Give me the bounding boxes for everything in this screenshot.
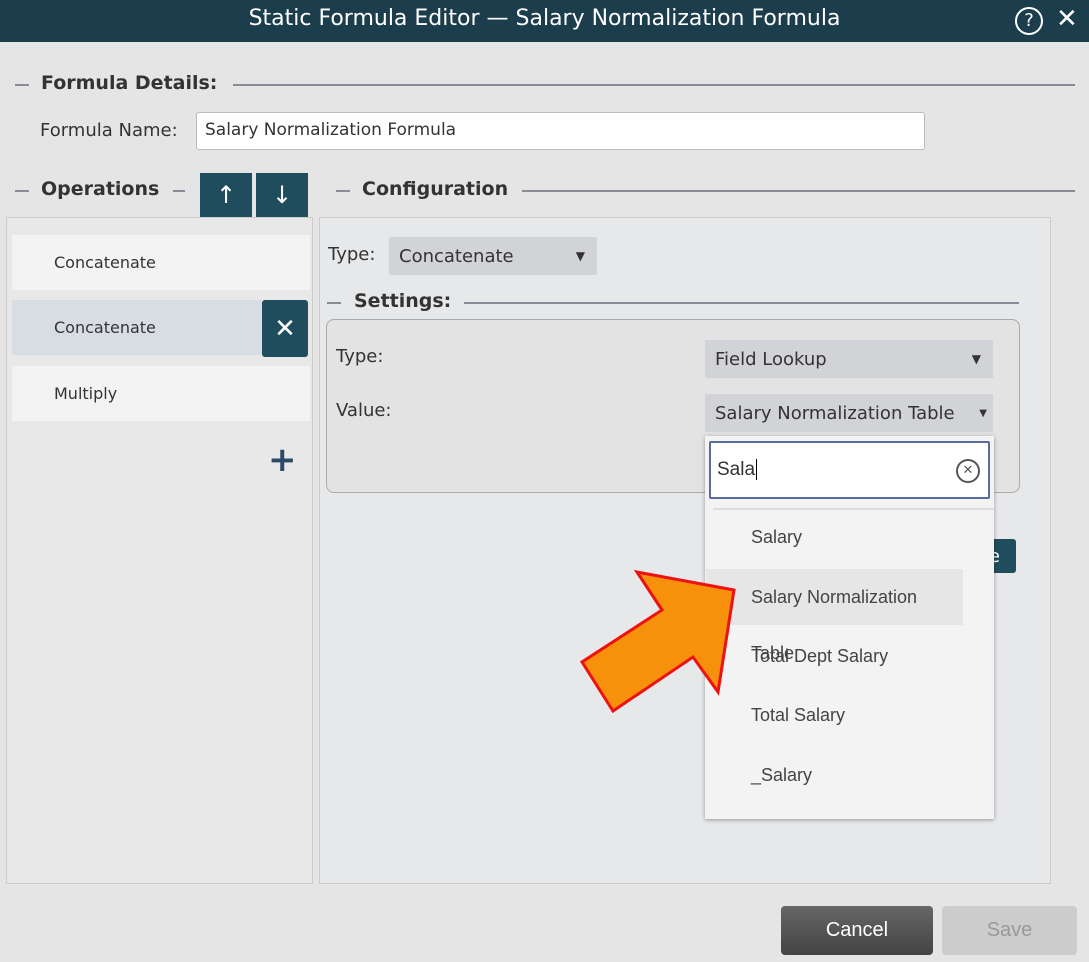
pointer-arrow-icon: [579, 569, 736, 714]
annotation-arrow: [579, 569, 736, 714]
save-button[interactable]: Save: [942, 906, 1077, 955]
cancel-button[interactable]: Cancel: [781, 906, 933, 955]
